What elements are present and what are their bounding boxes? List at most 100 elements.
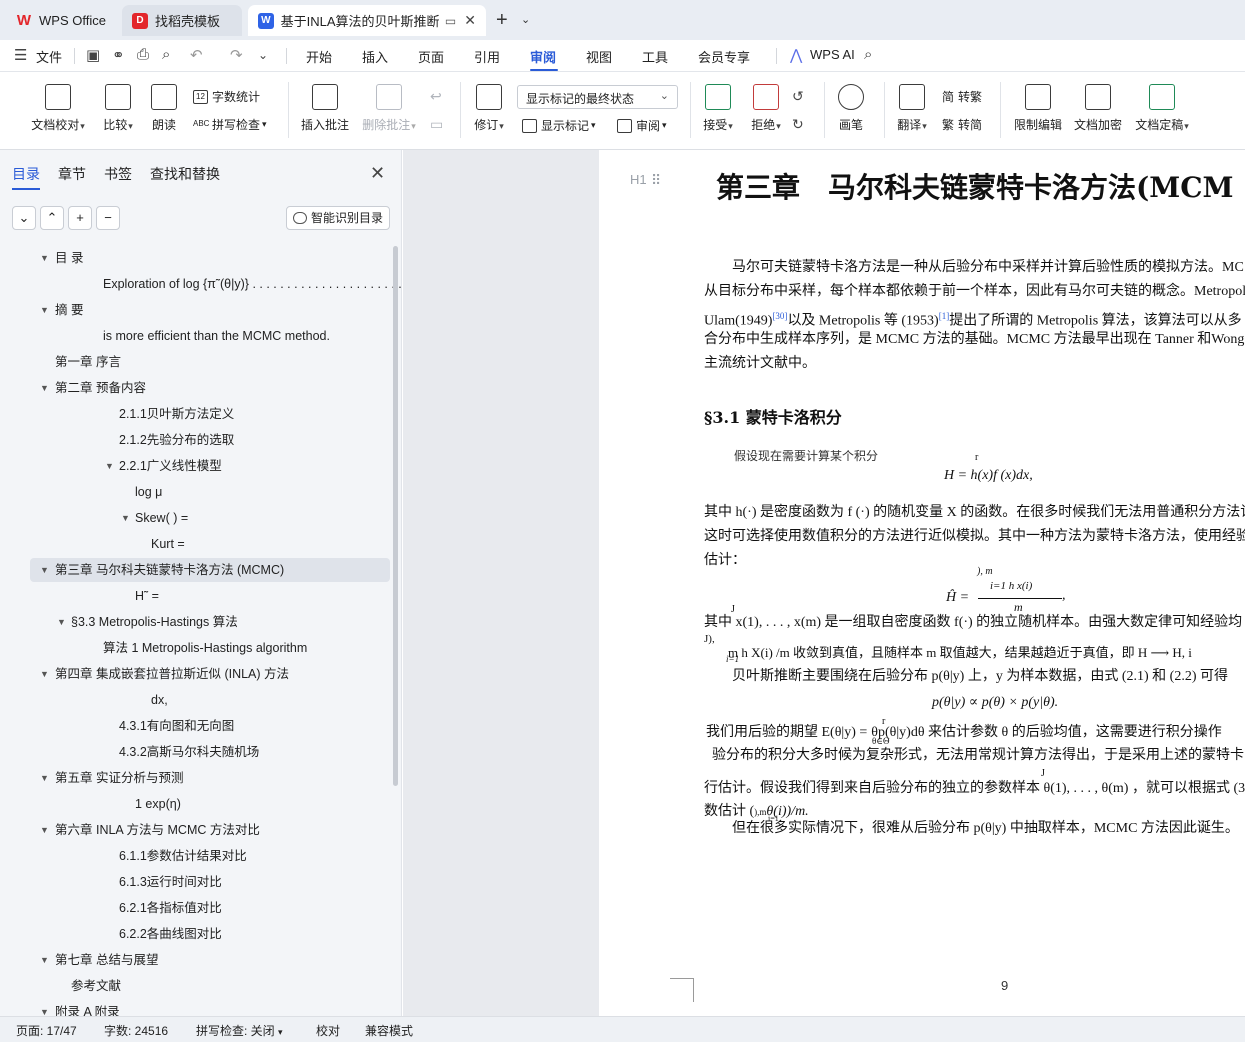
menu-page[interactable]: 页面 [418, 47, 444, 66]
paragraph-line[interactable]: 这时可选择使用数值积分的方法进行近似模拟。其中一种方法为蒙特卡洛方法，使用经验 [704, 525, 1245, 549]
toc-item[interactable]: ▼ 第四章 集成嵌套拉普拉斯近似 (INLA) 方法 [0, 662, 402, 686]
expand-triangle-icon[interactable]: ▼ [40, 376, 49, 400]
expand-triangle-icon[interactable]: ▼ [40, 298, 49, 322]
delete-comment-button[interactable]: 删除批注▾ [360, 84, 418, 133]
toc-item[interactable]: ▼ 摘 要 [0, 298, 402, 322]
expand-triangle-icon[interactable]: ▼ [40, 558, 49, 582]
toc-item[interactable]: ▼ Skew( ) = [0, 506, 402, 530]
toc-item[interactable]: 第一章 序言 [0, 350, 402, 374]
expand-triangle-icon[interactable]: ▼ [40, 766, 49, 790]
toc-item[interactable]: 算法 1 Metropolis-Hastings algorithm [0, 636, 402, 660]
toc-item[interactable]: 2.1.1贝叶斯方法定义 [0, 402, 402, 426]
toc-item[interactable]: is more efficient than the MCMC method. [0, 324, 402, 348]
show-markup-button[interactable]: 显示标记 ▾ [522, 117, 596, 134]
toc-item[interactable]: 6.1.1参数估计结果对比 [0, 844, 402, 868]
toc-item[interactable]: ▼ 第二章 预备内容 [0, 376, 402, 400]
spell-check-button[interactable]: ABC 拼写检查 ▾ [193, 116, 267, 133]
track-changes-button[interactable]: 修订▾ [470, 84, 508, 133]
section-title[interactable]: §3.1 蒙特卡洛积分 [704, 404, 842, 428]
accept-button[interactable]: 接受▾ [698, 84, 738, 133]
toc-item[interactable]: ▼ 第七章 总结与展望 [0, 948, 402, 972]
menu-tools[interactable]: 工具 [642, 47, 668, 66]
toc-item[interactable]: 参考文献 [0, 974, 402, 998]
toc-item[interactable]: H˜ = [0, 584, 402, 608]
paragraph-line[interactable]: 我们用后验的期望 E(θ|y) = θp(θ|y)dθ 来估计参数 θ 的后验均值… [706, 721, 1222, 745]
spell-check-status[interactable]: 拼写检查: 关闭 ▾ [196, 1022, 283, 1039]
expand-triangle-icon[interactable]: ▼ [40, 662, 49, 686]
insert-comment-button[interactable]: 插入批注 [300, 84, 350, 133]
link-icon[interactable]: ⚭ [112, 46, 125, 64]
paragraph-line[interactable]: 其中 h(·) 是密度函数为 f (·) 的随机变量 X 的函数。在很多时候我们… [704, 501, 1245, 525]
word-count-indicator[interactable]: 字数: 24516 [104, 1022, 168, 1039]
next-comment-icon[interactable]: ▭ [430, 116, 443, 133]
toc-item[interactable]: 6.1.3运行时间对比 [0, 870, 402, 894]
pen-button[interactable]: 画笔 [834, 84, 868, 133]
menu-member[interactable]: 会员专享 [698, 47, 750, 66]
print-preview-icon[interactable]: ⌕ [162, 46, 170, 63]
next-change-icon[interactable]: ↻ [792, 116, 804, 133]
tab-wps-office[interactable]: W WPS Office [6, 5, 118, 36]
tab-template-store[interactable]: D 找稻壳模板 [122, 5, 242, 36]
save-icon[interactable]: ▣ [86, 46, 100, 64]
toc-item[interactable]: 4.3.1有向图和无向图 [0, 714, 402, 738]
paragraph-line[interactable]: 其中 x(1), . . . , x(m) 是一组取自密度函数 f(·) 的独立… [704, 611, 1242, 635]
doc-check-button[interactable]: 文档校对▾ [28, 84, 88, 133]
equation[interactable]: H = h(x)f (x)dx, [944, 468, 1033, 484]
previous-change-icon[interactable]: ↺ [792, 88, 804, 105]
menu-insert[interactable]: 插入 [362, 47, 388, 66]
redo-icon[interactable]: ↷ [230, 46, 243, 64]
search-icon[interactable]: ⌕ [864, 46, 872, 63]
menu-file[interactable]: 文件 [36, 47, 62, 66]
toc-item[interactable]: ▼ §3.3 Metropolis-Hastings 算法 [0, 610, 402, 634]
smart-toc-button[interactable]: 智能识别目录 [286, 206, 390, 230]
restrict-edit-button[interactable]: 限制编辑 [1012, 84, 1064, 133]
translate-button[interactable]: 翻译▾ [892, 84, 932, 133]
read-aloud-button[interactable]: 朗读 [148, 84, 180, 133]
toc-item[interactable]: dx, [0, 688, 402, 712]
toc-item[interactable]: log μ [0, 480, 402, 504]
menu-view[interactable]: 视图 [586, 47, 612, 66]
nav-scrollbar[interactable] [393, 246, 398, 786]
nav-tab-bookmarks[interactable]: 书签 [104, 164, 132, 184]
toc-item[interactable]: ▼ 2.2.1广义线性模型 [0, 454, 402, 478]
paragraph-line[interactable]: 但在很多实际情况下，很难从后验分布 p(θ|y) 中抽取样本，MCMC 方法因此… [732, 817, 1239, 841]
hamburger-icon[interactable]: ☰ [14, 46, 27, 64]
paragraph-line[interactable]: 行估计。假设我们得到来自后验分布的独立的参数样本 θ(1), . . . , θ… [704, 777, 1245, 801]
reject-button[interactable]: 拒绝▾ [746, 84, 786, 133]
paragraph-line[interactable]: 估计： [704, 549, 746, 573]
remove-heading-button[interactable]: − [96, 206, 120, 230]
citation[interactable]: [1] [939, 311, 950, 321]
expand-triangle-icon[interactable]: ▼ [57, 610, 66, 634]
paragraph-line[interactable]: 马尔可夫链蒙特卡洛方法是一种从后验分布中采样并计算后验性质的模拟方法。MC [732, 256, 1244, 280]
citation[interactable]: [30] [772, 311, 787, 321]
paragraph-line[interactable]: 从目标分布中采样，每个样本都依赖于前一个样本，因此有马尔可夫链的概念。Metro… [704, 280, 1245, 304]
expand-triangle-icon[interactable]: ▼ [121, 506, 130, 530]
print-icon[interactable]: ⎙ [137, 46, 149, 63]
paragraph-line[interactable]: 假设现在需要计算某个积分 [734, 447, 878, 464]
expand-button[interactable]: ⌃ [40, 206, 64, 230]
toc-item[interactable]: ▼ 第六章 INLA 方法与 MCMC 方法对比 [0, 818, 402, 842]
chevron-down-icon[interactable]: ⌄ [521, 13, 530, 26]
page-indicator[interactable]: 页面: 17/47 [16, 1022, 77, 1039]
to-simplified-button[interactable]: 繁 转简 [942, 116, 982, 133]
previous-comment-icon[interactable]: ↩ [430, 88, 442, 105]
review-pane-button[interactable]: 审阅 ▾ [617, 117, 667, 134]
chapter-title[interactable]: 第三章 马尔科夫链蒙特卡洛方法(MCM [716, 166, 1234, 206]
undo-icon[interactable]: ↶ [190, 46, 203, 64]
proofread-status[interactable]: 校对 [316, 1022, 340, 1039]
compare-button[interactable]: 比较▾ [98, 84, 138, 133]
expand-triangle-icon[interactable]: ▼ [40, 1000, 49, 1016]
collapse-all-button[interactable]: ⌄ [12, 206, 36, 230]
paragraph-line[interactable]: 验分布的积分大多时候为复杂形式，无法用常规计算方法得出，于是采用上述的蒙特卡 [712, 744, 1244, 768]
toc-item[interactable]: 6.2.2各曲线图对比 [0, 922, 402, 946]
menu-start[interactable]: 开始 [306, 47, 332, 66]
nav-tab-find-replace[interactable]: 查找和替换 [150, 164, 220, 184]
expand-triangle-icon[interactable]: ▼ [40, 818, 49, 842]
menu-wps-ai[interactable]: WPS AI [810, 47, 855, 62]
toc-item[interactable]: ▼ 目 录 [0, 246, 402, 270]
nav-tab-sections[interactable]: 章节 [58, 164, 86, 184]
paragraph-line[interactable]: 合分布中生成样本序列，是 MCMC 方法的基础。MCMC 方法最早出现在 Tan… [704, 328, 1245, 352]
to-traditional-button[interactable]: 简 转繁 [942, 88, 982, 105]
toc-item[interactable]: 1 exp(η) [0, 792, 402, 816]
screen-icon[interactable]: ▭ [445, 14, 456, 28]
